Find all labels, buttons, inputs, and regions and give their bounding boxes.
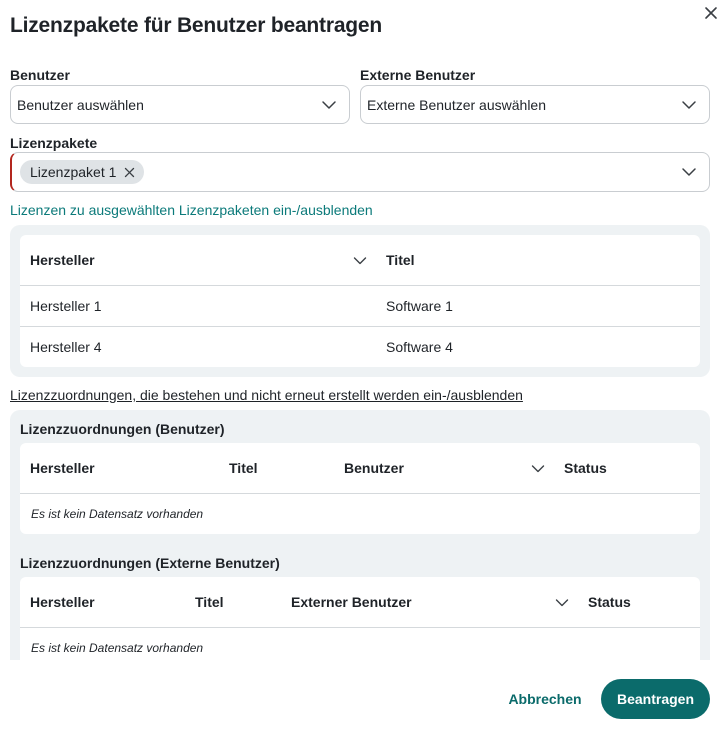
chevron-down-icon[interactable] bbox=[555, 598, 569, 608]
table-row: Hersteller 4 Software 4 bbox=[20, 327, 700, 367]
chevron-down-icon bbox=[682, 168, 696, 176]
table-header-row: Hersteller Titel bbox=[20, 235, 700, 286]
assignments-external-title: Lizenzzuordnungen (Externe Benutzer) bbox=[20, 555, 280, 571]
assignments-panel: Lizenzzuordnungen (Benutzer) Hersteller … bbox=[10, 410, 710, 660]
externe-benutzer-label: Externe Benutzer bbox=[360, 67, 476, 83]
column-header-titel[interactable]: Titel bbox=[386, 235, 415, 285]
chevron-down-icon bbox=[322, 101, 336, 109]
assignments-users-title: Lizenzzuordnungen (Benutzer) bbox=[20, 421, 225, 437]
chip-lizenzpaket: Lizenzpaket 1 bbox=[20, 160, 145, 184]
column-header-status[interactable]: Status bbox=[564, 443, 607, 493]
column-header-benutzer[interactable]: Benutzer bbox=[344, 443, 404, 493]
assignments-users-table: Hersteller Titel Benutzer Status Es ist … bbox=[20, 443, 700, 534]
chip-label: Lizenzpaket 1 bbox=[30, 164, 117, 180]
column-header-status[interactable]: Status bbox=[588, 577, 631, 627]
chevron-down-icon bbox=[682, 101, 696, 109]
column-header-externer-benutzer[interactable]: Externer Benutzer bbox=[291, 577, 412, 627]
column-header-hersteller[interactable]: Hersteller bbox=[30, 443, 95, 493]
licenses-table: Hersteller Titel Hersteller 1 Software 1… bbox=[20, 235, 700, 367]
table-header-row: Hersteller Titel Externer Benutzer Statu… bbox=[20, 577, 700, 628]
empty-state: Es ist kein Datensatz vorhanden bbox=[31, 641, 204, 655]
cell-hersteller: Hersteller 4 bbox=[30, 339, 102, 355]
lizenzpakete-label: Lizenzpakete bbox=[10, 135, 98, 151]
licenses-panel: Hersteller Titel Hersteller 1 Software 1… bbox=[10, 225, 710, 377]
chevron-down-icon[interactable] bbox=[531, 464, 545, 474]
benutzer-select[interactable]: Benutzer auswählen bbox=[10, 85, 350, 124]
cell-titel: Software 4 bbox=[386, 339, 453, 355]
cell-titel: Software 1 bbox=[386, 298, 453, 314]
close-icon[interactable] bbox=[124, 167, 135, 178]
table-header-row: Hersteller Titel Benutzer Status bbox=[20, 443, 700, 494]
column-header-titel[interactable]: Titel bbox=[229, 443, 258, 493]
externe-benutzer-placeholder: Externe Benutzer auswählen bbox=[367, 96, 546, 113]
column-header-hersteller[interactable]: Hersteller bbox=[30, 235, 95, 285]
cancel-button[interactable]: Abbrechen bbox=[503, 680, 587, 718]
empty-state: Es ist kein Datensatz vorhanden bbox=[31, 507, 204, 521]
lizenzpakete-select[interactable]: Lizenzpaket 1 bbox=[10, 152, 710, 192]
cell-hersteller: Hersteller 1 bbox=[30, 298, 102, 314]
licenses-toggle-link[interactable]: Lizenzen zu ausgewählten Lizenzpaketen e… bbox=[10, 202, 373, 218]
submit-button[interactable]: Beantragen bbox=[601, 679, 710, 719]
assignments-toggle-link[interactable]: Lizenzzuordnungen, die bestehen und nich… bbox=[10, 387, 523, 403]
dialog-title: Lizenzpakete für Benutzer beantragen bbox=[10, 14, 383, 37]
chevron-down-icon[interactable] bbox=[353, 256, 367, 266]
table-row: Hersteller 1 Software 1 bbox=[20, 286, 700, 327]
close-icon bbox=[705, 7, 717, 19]
benutzer-placeholder: Benutzer auswählen bbox=[17, 96, 144, 113]
assignments-external-table: Hersteller Titel Externer Benutzer Statu… bbox=[20, 577, 700, 660]
close-button[interactable] bbox=[700, 2, 722, 24]
externe-benutzer-select[interactable]: Externe Benutzer auswählen bbox=[360, 85, 710, 124]
column-header-titel[interactable]: Titel bbox=[195, 577, 224, 627]
benutzer-label: Benutzer bbox=[10, 67, 70, 83]
column-header-hersteller[interactable]: Hersteller bbox=[30, 577, 95, 627]
